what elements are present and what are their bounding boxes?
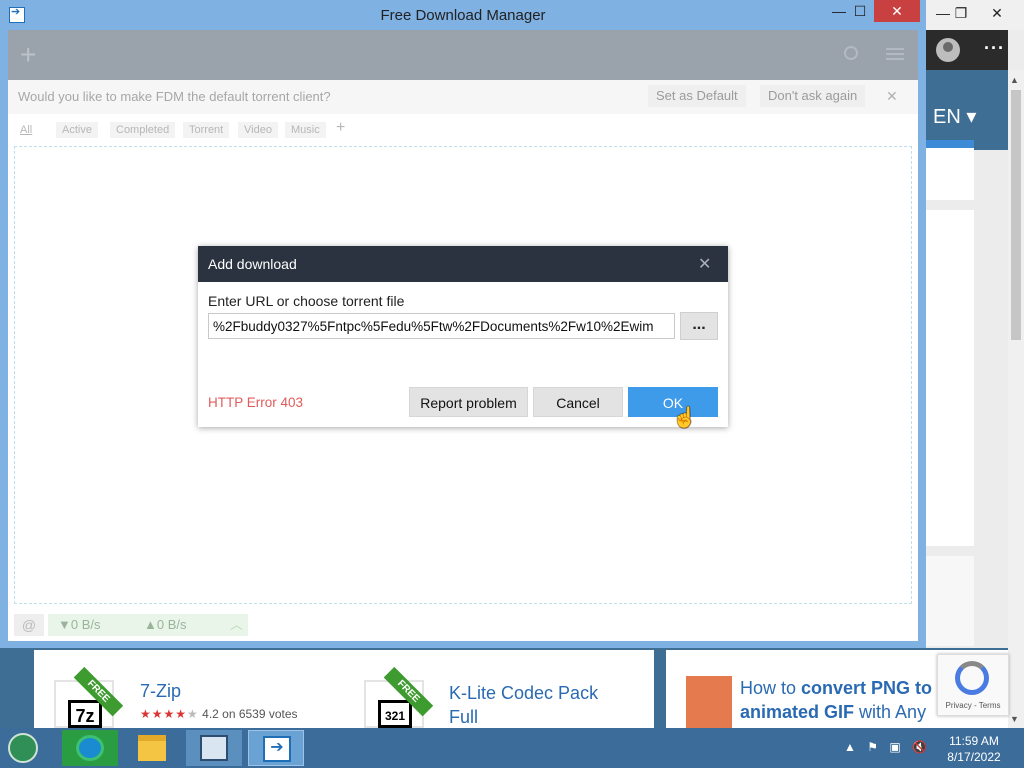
promo-link[interactable]: How to convert PNG to animated GIF with …	[740, 676, 932, 724]
url-input[interactable]	[208, 313, 675, 339]
cancel-button[interactable]: Cancel	[533, 387, 623, 417]
maximize-button[interactable]: ☐	[846, 0, 874, 22]
recaptcha-badge[interactable]: Privacy - Terms	[937, 654, 1009, 716]
add-download-icon[interactable]: +	[20, 41, 36, 69]
add-tab-icon[interactable]: +	[336, 119, 345, 137]
fdm-taskbar-icon: ➔	[263, 736, 291, 762]
browser-close-button[interactable]: ✕	[982, 2, 1012, 24]
dialog-title: Add download	[208, 256, 297, 272]
7zip-app-icon[interactable]: 7z FREE	[54, 666, 124, 728]
browser-restore-button[interactable]: ❐	[946, 2, 976, 24]
side-card	[926, 556, 974, 646]
edge-icon	[76, 735, 104, 761]
close-button[interactable]: ✕	[874, 0, 920, 22]
taskbar: ➔ ▲ ⚑ ▣ 🔇 11:59 AM 8/17/2022	[0, 728, 1024, 768]
program-name-klite[interactable]: K-Lite Codec Pack Full	[449, 681, 598, 729]
set-as-default-button[interactable]: Set as Default	[648, 85, 746, 107]
hand-cursor-icon: ☝	[672, 407, 697, 429]
taskbar-edge[interactable]	[62, 730, 118, 766]
add-download-dialog: Add download ✕ Enter URL or choose torre…	[198, 246, 728, 427]
search-icon[interactable]	[844, 46, 858, 60]
side-card	[926, 140, 974, 200]
browser-scrollbar-thumb[interactable]	[1011, 90, 1021, 340]
tab-torrent[interactable]: Torrent	[183, 122, 230, 138]
default-client-notice: Would you like to make FDM the default t…	[8, 80, 918, 114]
taskbar-fdm[interactable]: ➔	[248, 730, 304, 766]
url-label: Enter URL or choose torrent file	[208, 293, 405, 309]
tab-video[interactable]: Video	[238, 122, 278, 138]
fdm-title-bar[interactable]: Free Download Manager — ☐ ✕	[0, 0, 926, 30]
start-button[interactable]	[8, 733, 38, 763]
clock[interactable]: 11:59 AM 8/17/2022	[946, 733, 1002, 765]
side-card	[926, 210, 974, 546]
browse-button[interactable]: ...	[680, 312, 718, 340]
taskbar-server-manager[interactable]	[186, 730, 242, 766]
tab-music[interactable]: Music	[285, 122, 326, 138]
tab-active[interactable]: Active	[56, 122, 98, 138]
recaptcha-icon	[955, 661, 989, 695]
download-speed: ▼0 B/s	[58, 617, 101, 632]
upload-speed: ▲0 B/s	[144, 617, 187, 632]
hamburger-menu-icon[interactable]	[886, 48, 904, 60]
scroll-up-icon[interactable]: ▲	[1010, 75, 1019, 85]
program-name-7zip[interactable]: 7-Zip	[140, 681, 181, 702]
dialog-header[interactable]: Add download ✕	[198, 246, 728, 282]
network-icon[interactable]: ▣	[889, 740, 900, 754]
server-manager-icon	[200, 735, 228, 761]
error-message: HTTP Error 403	[208, 395, 304, 410]
system-tray: ▲ ⚑ ▣ 🔇	[844, 740, 935, 754]
window-title: Free Download Manager	[380, 7, 546, 24]
tab-all[interactable]: All	[14, 122, 38, 138]
rating-stars-icon: ★★★★★	[140, 707, 199, 721]
profile-avatar-icon[interactable]	[936, 38, 960, 62]
language-selector[interactable]: EN ▾	[933, 104, 976, 129]
taskbar-file-explorer[interactable]	[124, 730, 180, 766]
expand-chevron-icon[interactable]: ︿	[230, 614, 243, 636]
action-center-flag-icon[interactable]: ⚑	[867, 740, 878, 754]
speed-indicator[interactable]: ▼0 B/s ▲0 B/s ︿	[48, 614, 248, 636]
folder-icon	[138, 735, 166, 761]
status-bar: @ ▼0 B/s ▲0 B/s ︿	[8, 610, 918, 641]
report-problem-button[interactable]: Report problem	[409, 387, 528, 417]
program-rating: ★★★★★ 4.2 on 6539 votes	[140, 707, 298, 721]
klite-app-icon[interactable]: 321 FREE	[364, 666, 434, 728]
notice-close-icon[interactable]: ✕	[886, 88, 898, 105]
dialog-close-icon[interactable]: ✕	[698, 254, 711, 274]
tab-completed[interactable]: Completed	[110, 122, 176, 138]
promo-thumbnail[interactable]	[686, 676, 732, 728]
scroll-down-icon[interactable]: ▼	[1010, 714, 1019, 724]
browser-menu-icon[interactable]: ···	[984, 38, 1005, 59]
volume-muted-icon[interactable]: 🔇	[912, 740, 927, 754]
tray-overflow-icon[interactable]: ▲	[844, 740, 856, 754]
snail-mode-icon[interactable]: @	[14, 614, 44, 636]
fdm-toolbar: +	[8, 30, 918, 80]
dont-ask-again-button[interactable]: Don't ask again	[760, 85, 866, 107]
